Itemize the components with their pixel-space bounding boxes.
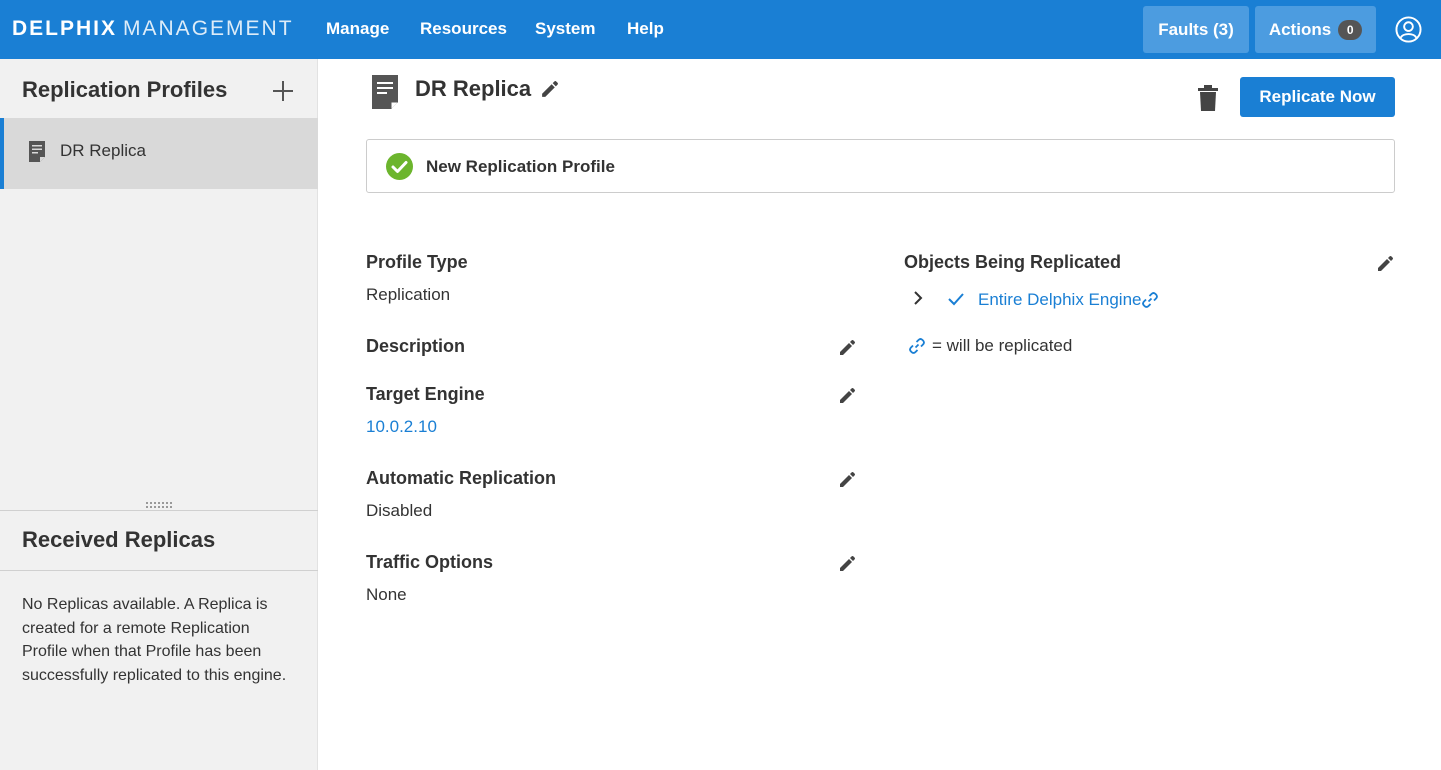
plus-icon[interactable] (270, 78, 296, 104)
traffic-options-label: Traffic Options (366, 552, 494, 572)
brand-logo: DELPHIX MANAGEMENT (12, 17, 294, 41)
edit-description-pencil-icon[interactable] (838, 339, 856, 357)
profile-type-label: Profile Type (366, 252, 468, 272)
actions-button[interactable]: Actions 0 (1255, 6, 1376, 53)
nav-help[interactable]: Help (627, 19, 664, 39)
trash-icon[interactable] (1197, 85, 1219, 111)
nav-manage[interactable]: Manage (326, 19, 389, 39)
traffic-options-value: None (366, 585, 407, 604)
edit-title-pencil-icon[interactable] (540, 80, 559, 99)
document-icon (29, 141, 45, 162)
faults-button[interactable]: Faults (3) (1143, 6, 1249, 53)
edit-target-engine-pencil-icon[interactable] (838, 387, 856, 405)
target-engine-label: Target Engine (366, 384, 485, 404)
chevron-right-icon[interactable] (910, 289, 926, 307)
automatic-replication-label: Automatic Replication (366, 468, 557, 488)
entire-engine-link[interactable]: Entire Delphix Engine (978, 290, 1141, 310)
edit-automatic-replication-pencil-icon[interactable] (838, 471, 856, 489)
automatic-replication-value: Disabled (366, 501, 433, 520)
actions-count-badge: 0 (1338, 19, 1363, 40)
received-divider (0, 570, 318, 571)
actions-label: Actions (1268, 19, 1332, 39)
profile-item-label: DR Replica (60, 141, 146, 160)
nav-resources[interactable]: Resources (420, 19, 507, 39)
top-navigation-bar: DELPHIX MANAGEMENT Manage Resources Syste… (0, 0, 1441, 59)
success-check-icon (386, 153, 413, 180)
sidebar: Replication Profiles DR Replica Received… (0, 59, 318, 770)
brand-name: DELPHIX (12, 17, 118, 40)
edit-traffic-options-pencil-icon[interactable] (838, 555, 856, 573)
link-legend-icon (909, 338, 925, 354)
received-replicas-empty-text: No Replicas available. A Replica is crea… (22, 596, 287, 684)
user-circle-icon[interactable] (1395, 16, 1422, 43)
replication-profiles-title: Replication Profiles (22, 77, 228, 102)
notice-text: New Replication Profile (426, 157, 615, 176)
edit-objects-pencil-icon[interactable] (1376, 255, 1394, 273)
profile-item-dr-replica[interactable]: DR Replica (0, 118, 318, 189)
resize-grip-icon[interactable] (146, 501, 174, 509)
document-icon (372, 75, 398, 109)
brand-subtitle: MANAGEMENT (123, 17, 294, 40)
link-icon (1142, 292, 1158, 308)
notice-banner: New Replication Profile (366, 139, 1395, 193)
profile-type-value: Replication (366, 285, 451, 304)
objects-replicated-label: Objects Being Replicated (904, 252, 1122, 272)
page-title: DR Replica (415, 76, 532, 101)
link-legend-text: = will be replicated (932, 336, 1073, 355)
checkmark-icon[interactable] (946, 290, 966, 308)
nav-system[interactable]: System (535, 19, 595, 39)
sidebar-divider (0, 510, 318, 511)
target-engine-link[interactable]: 10.0.2.10 (366, 417, 437, 437)
received-replicas-title: Received Replicas (22, 527, 216, 552)
replicate-now-button[interactable]: Replicate Now (1240, 77, 1395, 117)
faults-label: Faults (3) (1158, 19, 1234, 39)
description-label: Description (366, 336, 466, 356)
